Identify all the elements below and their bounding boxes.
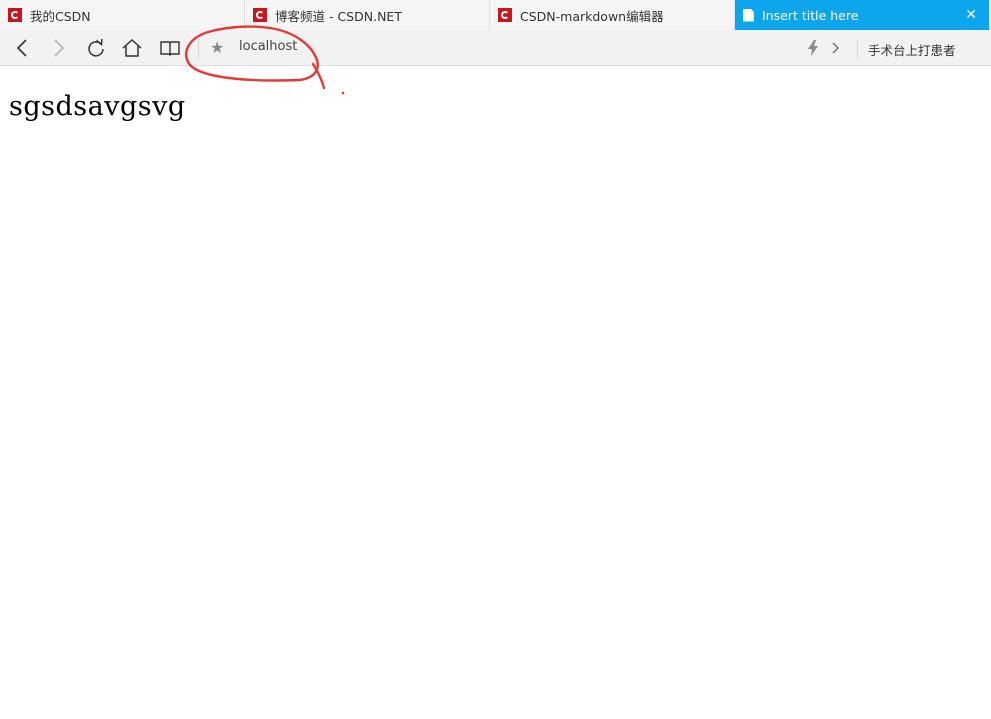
tab-title: CSDN-markdown编辑器 (520, 8, 664, 24)
csdn-logo-icon (8, 8, 22, 22)
page-body-text: sgsdsavgsvg (9, 91, 186, 122)
chevron-right-icon (832, 42, 839, 54)
reload-icon (88, 39, 104, 57)
back-icon (16, 39, 27, 57)
home-button[interactable] (120, 37, 144, 59)
close-icon[interactable]: ✕ (965, 7, 977, 23)
navigation-toolbar: ★ localhost 手术台上打患者 (0, 30, 991, 66)
page-content: sgsdsavgsvg (0, 67, 991, 719)
lightning-button[interactable] (801, 37, 825, 59)
tab-strip: 我的CSDN 博客频道 - CSDN.NET CSDN-markdown编辑器 … (0, 0, 991, 30)
tab-title: Insert title here (762, 7, 859, 23)
reload-button[interactable] (84, 37, 108, 59)
page-icon (743, 9, 754, 22)
tab-title: 博客频道 - CSDN.NET (275, 8, 402, 24)
tab-title: 我的CSDN (30, 8, 91, 24)
csdn-logo-icon (253, 8, 267, 22)
forward-icon (54, 39, 65, 57)
address-bar[interactable]: localhost (239, 39, 297, 54)
news-ticker-text[interactable]: 手术台上打患者 (868, 40, 956, 59)
tab-my-csdn[interactable]: 我的CSDN (0, 0, 245, 30)
tab-markdown-editor[interactable]: CSDN-markdown编辑器 (490, 0, 735, 30)
forward-button[interactable] (47, 37, 71, 59)
toolbar-separator (857, 39, 858, 59)
reader-button[interactable] (158, 37, 182, 59)
home-icon (122, 39, 142, 57)
csdn-logo-icon (498, 8, 512, 22)
back-button[interactable] (10, 37, 34, 59)
toolbar-separator (198, 39, 199, 59)
expand-button[interactable] (824, 37, 848, 59)
tab-insert-title[interactable]: Insert title here ✕ (735, 0, 989, 30)
lightning-icon (808, 40, 818, 56)
star-icon[interactable]: ★ (210, 38, 224, 57)
reader-icon (160, 41, 180, 56)
tab-blog-channel[interactable]: 博客频道 - CSDN.NET (245, 0, 490, 30)
